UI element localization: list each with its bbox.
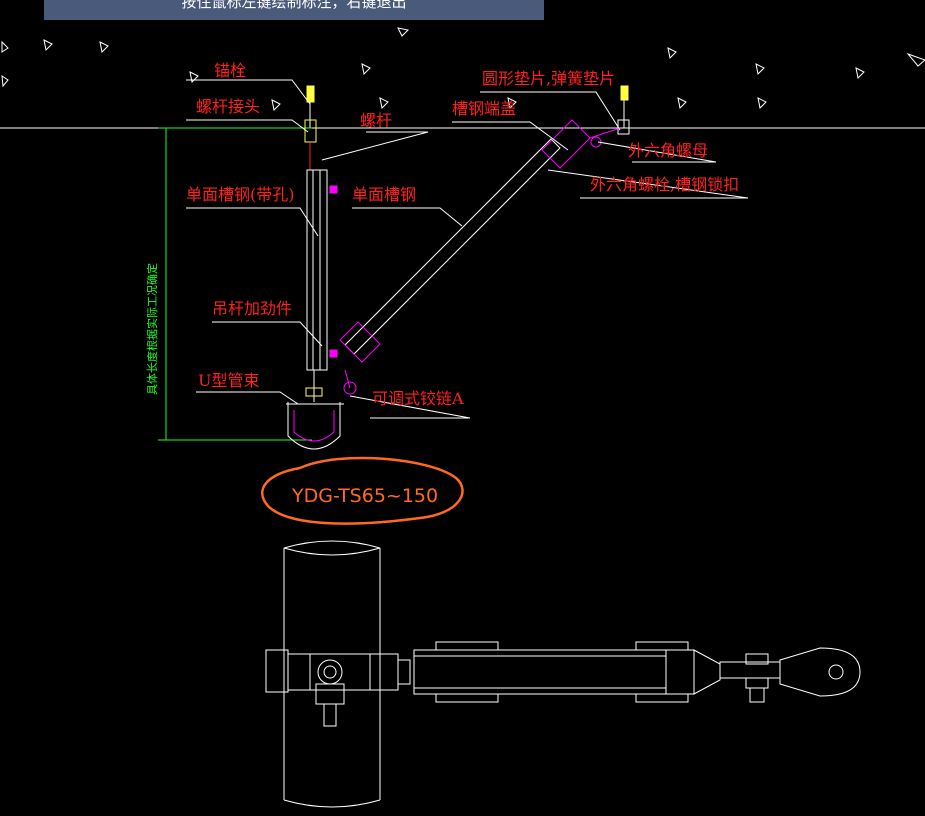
cad-drawing-canvas[interactable]: 具体长度根据实际工况确定 锚栓 螺杆接头 螺杆 圆形垫片,弹簧垫片 槽钢端盖 外… <box>0 0 925 816</box>
label-rod-connector: 螺杆接头 <box>196 97 260 116</box>
concrete-hatch <box>1 27 925 112</box>
pipe-detail <box>283 540 381 808</box>
label-anchor-bolt: 锚栓 <box>214 61 246 80</box>
height-note-text: 具体长度根据实际工况确定 <box>145 263 159 395</box>
label-washer: 圆形垫片,弹簧垫片 <box>482 69 615 88</box>
label-single-channel: 单面槽钢 <box>352 185 416 204</box>
label-channel-end-cap: 槽钢端盖 <box>452 99 516 118</box>
label-rod-stiffener: 吊杆加劲件 <box>212 299 292 318</box>
clamp-detail <box>265 649 411 727</box>
model-annotation-text: YDG-TS65~150 <box>291 485 438 507</box>
vertical-channel <box>306 169 338 371</box>
leader-lines <box>186 79 749 419</box>
label-threaded-rod: 螺杆 <box>360 111 392 130</box>
label-u-clamp: U型管束 <box>198 371 260 390</box>
label-adjustable-hinge: 可调式铰链A <box>372 389 464 408</box>
diagonal-brace <box>339 119 621 395</box>
height-dimension <box>158 127 312 441</box>
label-single-channel-holes: 单面槽钢(带孔) <box>186 185 295 204</box>
label-hex-bolt-lock: 外六角螺栓,槽钢锁扣 <box>590 175 739 194</box>
u-clamp <box>286 370 344 450</box>
label-hex-nut: 外六角螺母 <box>628 141 708 160</box>
brace-detail <box>413 641 861 703</box>
right-anchor-bolt <box>617 85 630 135</box>
